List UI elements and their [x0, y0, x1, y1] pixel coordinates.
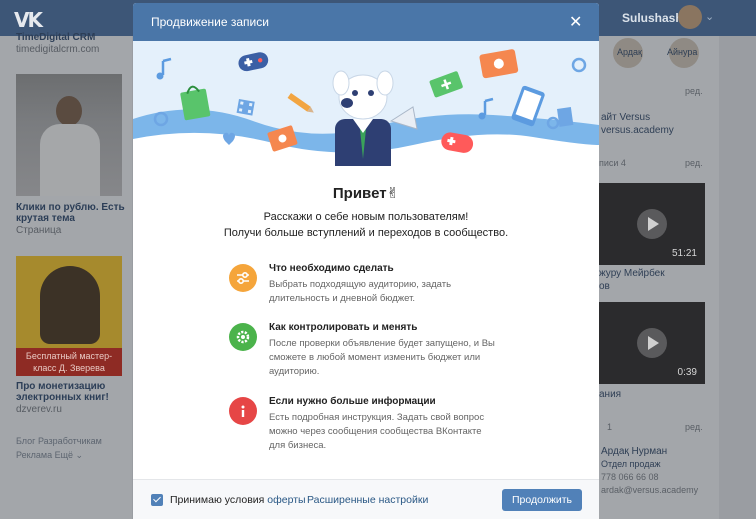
info-item-title: Если нужно больше информации — [269, 396, 436, 407]
group-name[interactable]: TimeDigital CRM — [16, 32, 95, 44]
ad-domain[interactable]: dzverev.ru — [16, 404, 62, 416]
sliders-icon — [229, 264, 257, 292]
info-icon — [229, 397, 257, 425]
gear-icon — [229, 323, 257, 351]
contact-name[interactable]: Ардақ Нурман — [601, 446, 667, 458]
info-item-description: После проверки объявление будет запущено… — [269, 338, 495, 377]
accept-terms-label[interactable]: Принимаю условия оферты — [170, 494, 306, 506]
modal-footer: Принимаю условия оферты Расширенные наст… — [133, 479, 599, 519]
group-domain[interactable]: timedigitalcrm.com — [16, 44, 99, 56]
accept-terms-checkbox[interactable] — [151, 494, 163, 506]
site-label[interactable]: айт Versus — [601, 112, 650, 124]
play-icon[interactable] — [637, 209, 667, 239]
video-caption[interactable]: ов — [599, 281, 610, 293]
friend-name[interactable]: Айнура — [667, 46, 697, 58]
ad-photo[interactable]: Бесплатный мастер- класс Д. Зверева — [16, 256, 122, 376]
greeting-heading: Привет✌ — [332, 185, 400, 202]
video-caption[interactable]: ания — [599, 389, 621, 401]
contact-phone: 778 066 66 08 — [601, 472, 659, 482]
info-item-title: Что необходимо сделать — [269, 263, 394, 274]
modal-header: Продвижение записи ✕ — [133, 3, 599, 41]
promote-post-modal: Продвижение записи ✕ Привет✌ Расскажи о … — [133, 3, 599, 519]
play-icon[interactable] — [637, 328, 667, 358]
site-url[interactable]: versus.academy — [601, 125, 674, 137]
close-icon[interactable]: ✕ — [569, 12, 582, 32]
ad-type: Страница — [16, 225, 62, 236]
video-caption[interactable]: журу Мейрбек — [599, 268, 665, 280]
modal-subtitle: Расскажи о себе новым пользователям! Пол… — [223, 211, 509, 239]
video-thumbnail[interactable]: 0:39 — [599, 302, 705, 384]
edit-link[interactable]: ред. — [685, 158, 703, 168]
right-info-column: Ардақ Айнура ред. айт Versus versus.acad… — [599, 36, 719, 519]
ad-title-line[interactable]: электронных книг! — [16, 392, 109, 404]
user-avatar[interactable] — [678, 5, 702, 29]
footer-links[interactable]: Реклама Ещё ⌄ — [16, 450, 83, 461]
contact-email[interactable]: ardak@versus.academy — [601, 485, 698, 495]
document-icon — [557, 107, 574, 127]
info-item-title: Как контролировать и менять — [269, 322, 418, 333]
vk-logo[interactable]: VK — [14, 8, 43, 32]
ad-title-line[interactable]: крутая тема — [16, 213, 75, 225]
video-duration: 0:39 — [677, 367, 697, 378]
film-icon — [236, 99, 255, 116]
contacts-count: 1 — [607, 422, 613, 432]
chevron-down-icon[interactable]: ⌄ — [705, 10, 714, 23]
friend-name[interactable]: Ардақ — [617, 46, 642, 58]
contact-role: Отдел продаж — [601, 459, 661, 469]
continue-button[interactable]: Продолжить — [502, 489, 582, 511]
footer-links[interactable]: Блог Разработчикам — [16, 436, 102, 446]
info-item-description: Выбрать подходящую аудиторию, задать дли… — [269, 279, 452, 304]
video-duration: 51:21 — [671, 248, 697, 259]
offer-link[interactable]: оферты — [267, 494, 305, 506]
edit-link[interactable]: ред. — [685, 422, 703, 432]
ad-photo[interactable] — [16, 74, 122, 196]
advanced-settings-link[interactable]: Расширенные настройки — [307, 494, 428, 506]
top-username[interactable]: Sulushash — [622, 11, 683, 25]
videos-label[interactable]: писи 4 — [599, 158, 626, 168]
ad-banner-text: Бесплатный мастер- класс Д. Зверева — [16, 348, 122, 376]
info-item-description: Есть подробная инструкция. Задать свой в… — [269, 412, 485, 451]
banner-illustration — [133, 41, 599, 166]
modal-title: Продвижение записи — [151, 15, 269, 29]
edit-link[interactable]: ред. — [685, 86, 703, 96]
video-thumbnail[interactable]: 51:21 — [599, 183, 705, 265]
